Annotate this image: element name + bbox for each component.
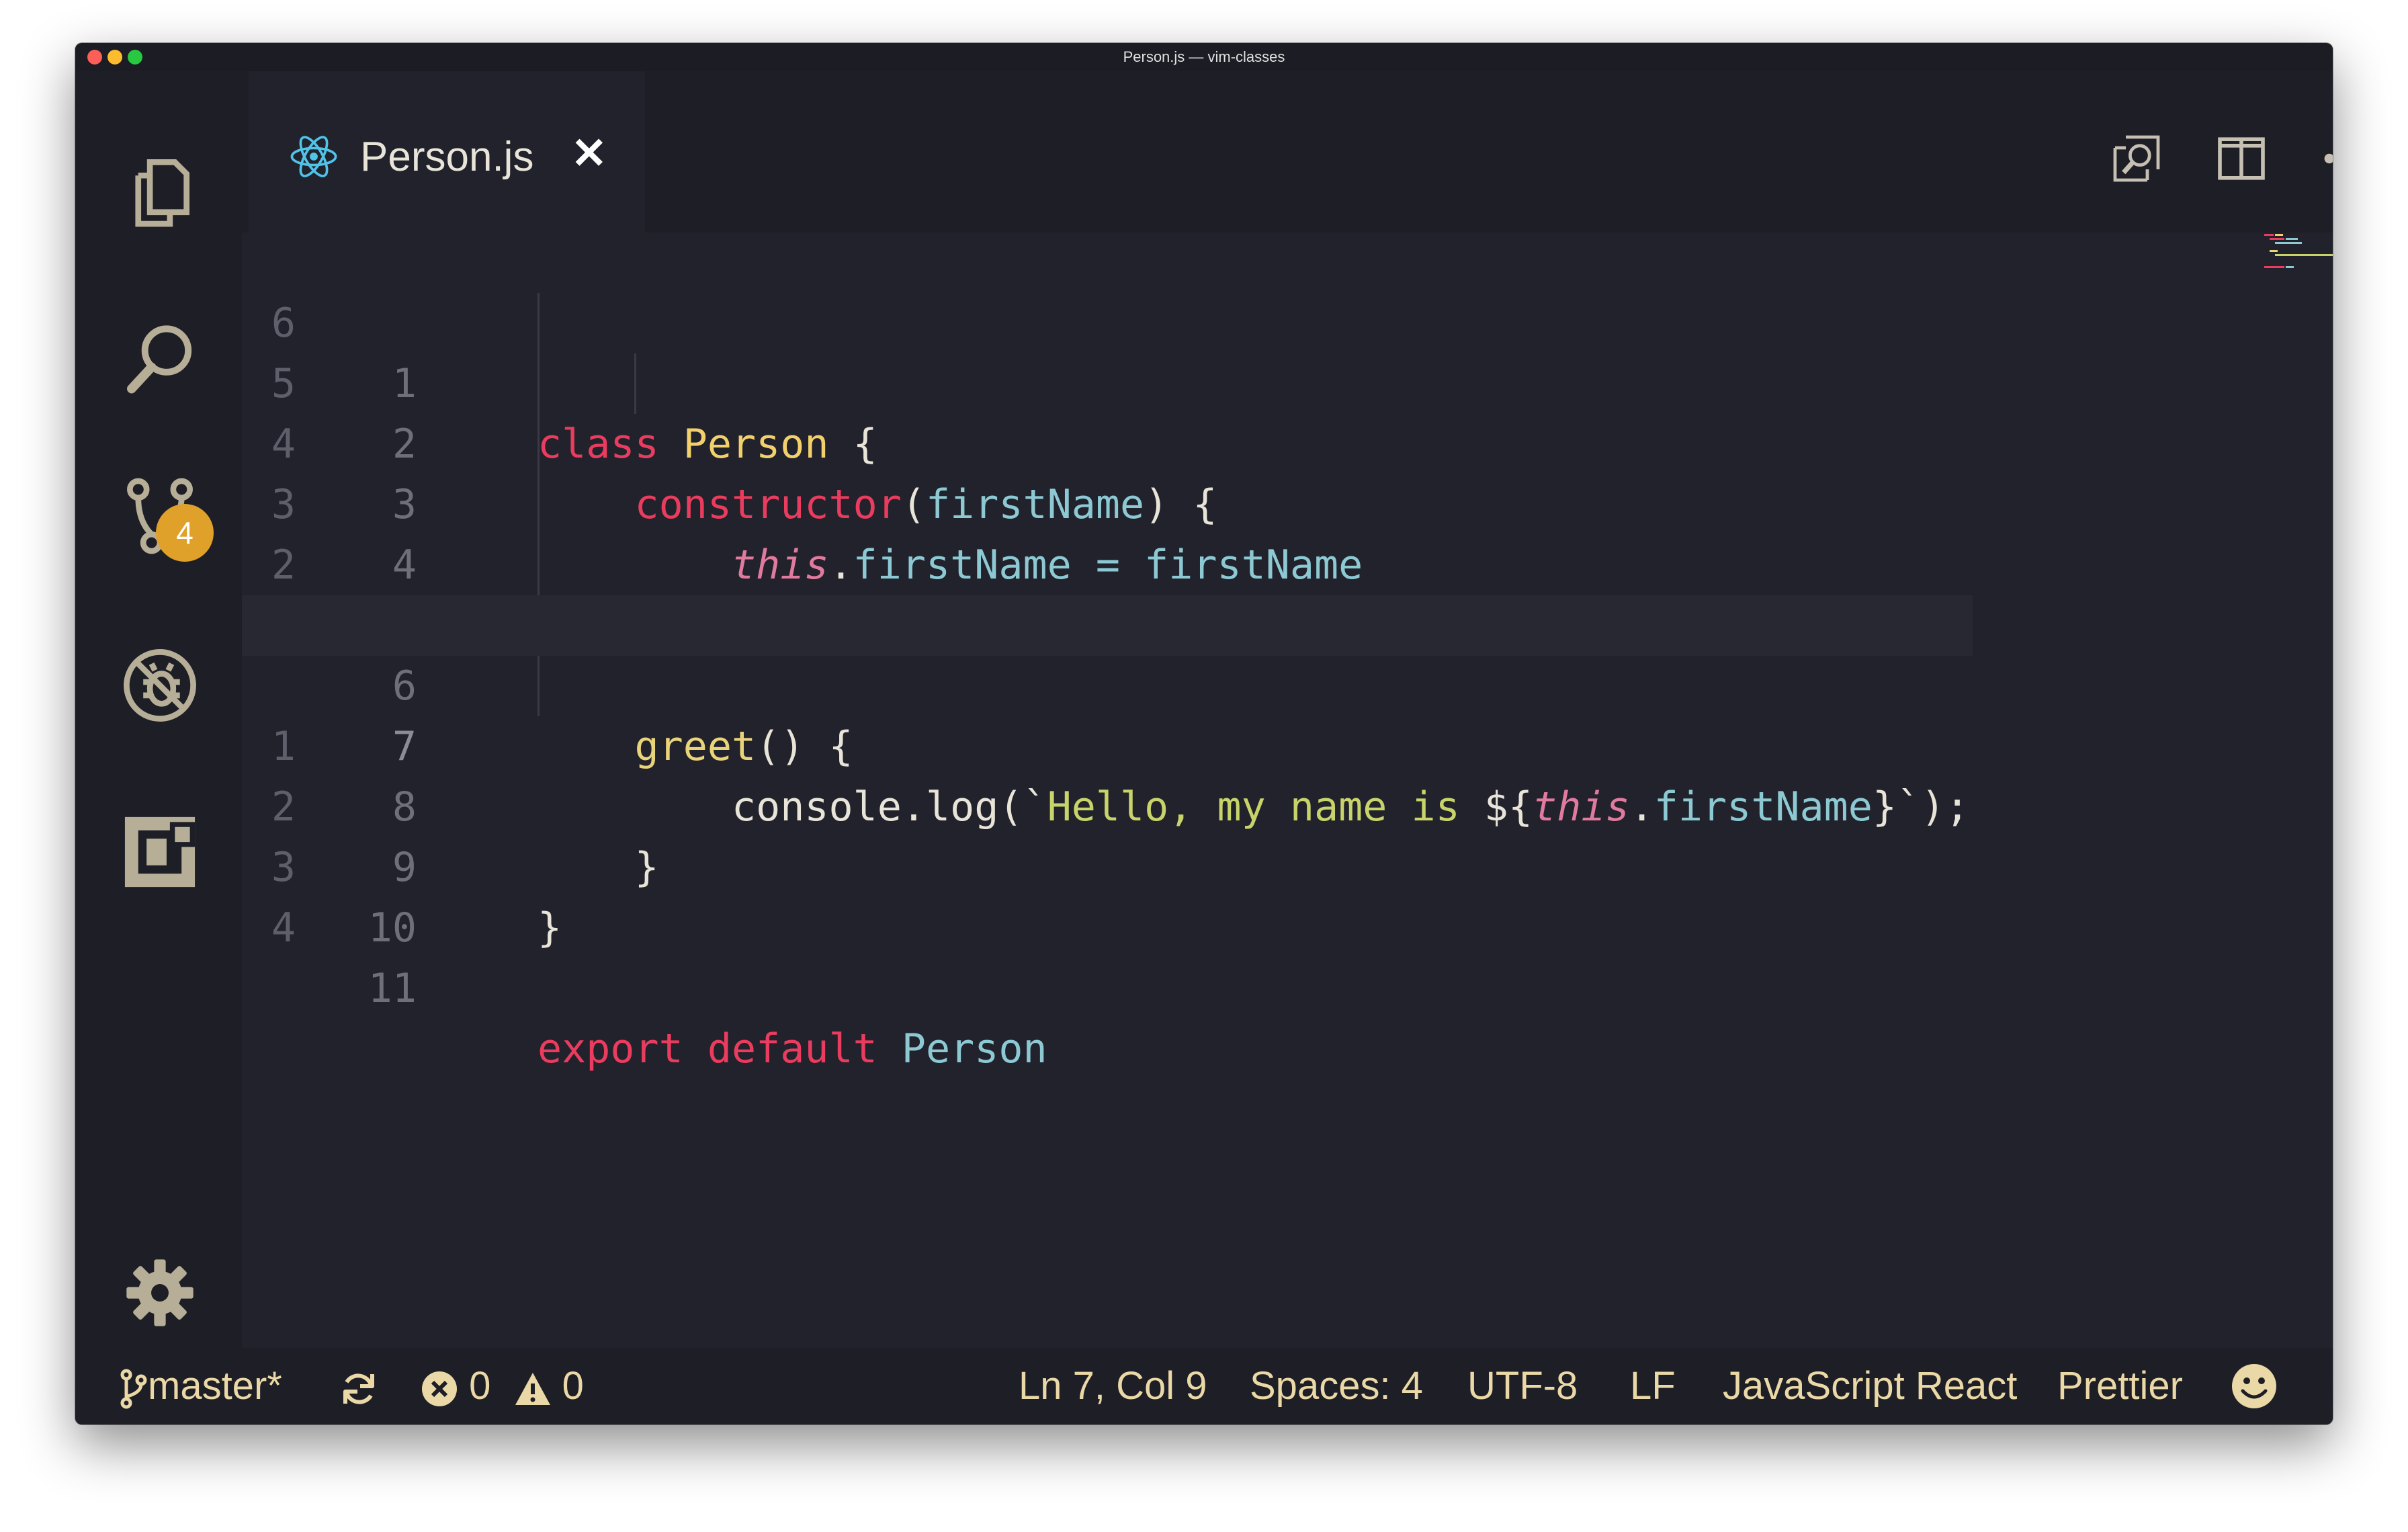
line-number: 11 (368, 965, 417, 1012)
code-text: export default Person (538, 1025, 1047, 1072)
smiley-icon[interactable] (2231, 1363, 2278, 1410)
encoding-status[interactable]: UTF-8 (1467, 1365, 1578, 1407)
code-line-8: 1 8 } (242, 656, 2258, 891)
explorer-icon[interactable] (118, 151, 202, 234)
extensions-icon[interactable] (118, 810, 202, 894)
warning-icon (514, 1364, 552, 1408)
code-line-1: 6 1 class Person { (242, 232, 2258, 468)
debug-icon[interactable] (118, 644, 202, 727)
status-bar: master* 0 0 Ln 7, Col 9 Spaces: 4 UTF-8 … (75, 1348, 2333, 1424)
split-editor-icon[interactable] (2214, 132, 2268, 185)
git-branch-icon (120, 1364, 148, 1409)
more-actions-icon[interactable] (2321, 132, 2333, 185)
tab-bar: Person.js ✕ (242, 71, 2333, 232)
gear-icon[interactable] (124, 1257, 196, 1329)
code-line-3: 4 3 this.firstName = firstName (242, 353, 2258, 589)
code-text: } (538, 904, 562, 951)
code-line-9: 2 9 } (242, 716, 2258, 951)
search-icon[interactable] (118, 317, 202, 400)
tab-person-js[interactable]: Person.js ✕ (249, 71, 645, 232)
error-count: 0 (469, 1364, 491, 1408)
git-branch-label: master* (148, 1364, 282, 1408)
warning-count: 0 (562, 1364, 584, 1408)
title-bar: Person.js — vim-classes (75, 43, 2333, 71)
code-line-10: 3 10 (242, 777, 2258, 951)
tab-label: Person.js (360, 134, 534, 180)
code-editor[interactable]: 6 1 class Person { 5 2 constructor(first… (242, 232, 2333, 1392)
activity-bar: 4 (75, 71, 242, 1348)
vscode-window: Person.js — vim-classes 4 Person.js ✕ 6 … (75, 43, 2333, 1424)
cursor-position[interactable]: Ln 7, Col 9 (1019, 1365, 1207, 1407)
code-line-5: 2 5 (242, 474, 2258, 649)
eol-status[interactable]: LF (1630, 1365, 1676, 1407)
react-icon (289, 132, 339, 181)
close-tab-button[interactable]: ✕ (571, 126, 607, 180)
relative-line-number: 4 (271, 904, 296, 951)
error-icon (421, 1364, 458, 1408)
code-line-7: 7 console.log(`Hello, my name is ${this.… (242, 595, 1973, 831)
code-line-6: 1 6 greet() { (242, 535, 2258, 770)
language-mode-status[interactable]: JavaScript React (1723, 1365, 2017, 1407)
open-preview-icon[interactable] (2110, 132, 2163, 185)
code-line-4: 3 4 } (242, 414, 2258, 649)
source-control-badge: 4 (156, 504, 214, 562)
prettier-status[interactable]: Prettier (2057, 1365, 2183, 1407)
indentation-status[interactable]: Spaces: 4 (1250, 1365, 1423, 1407)
problems-status[interactable]: 0 0 (421, 1365, 584, 1408)
code-line-11: 4 11 export default Person (242, 837, 2258, 1072)
git-branch-status[interactable]: master* (120, 1365, 282, 1410)
sync-icon[interactable] (339, 1365, 379, 1409)
minimap[interactable] (2263, 232, 2333, 273)
window-title: Person.js — vim-classes (1123, 48, 1285, 65)
code-line-2: 5 2 constructor(firstName) { (242, 293, 2258, 528)
